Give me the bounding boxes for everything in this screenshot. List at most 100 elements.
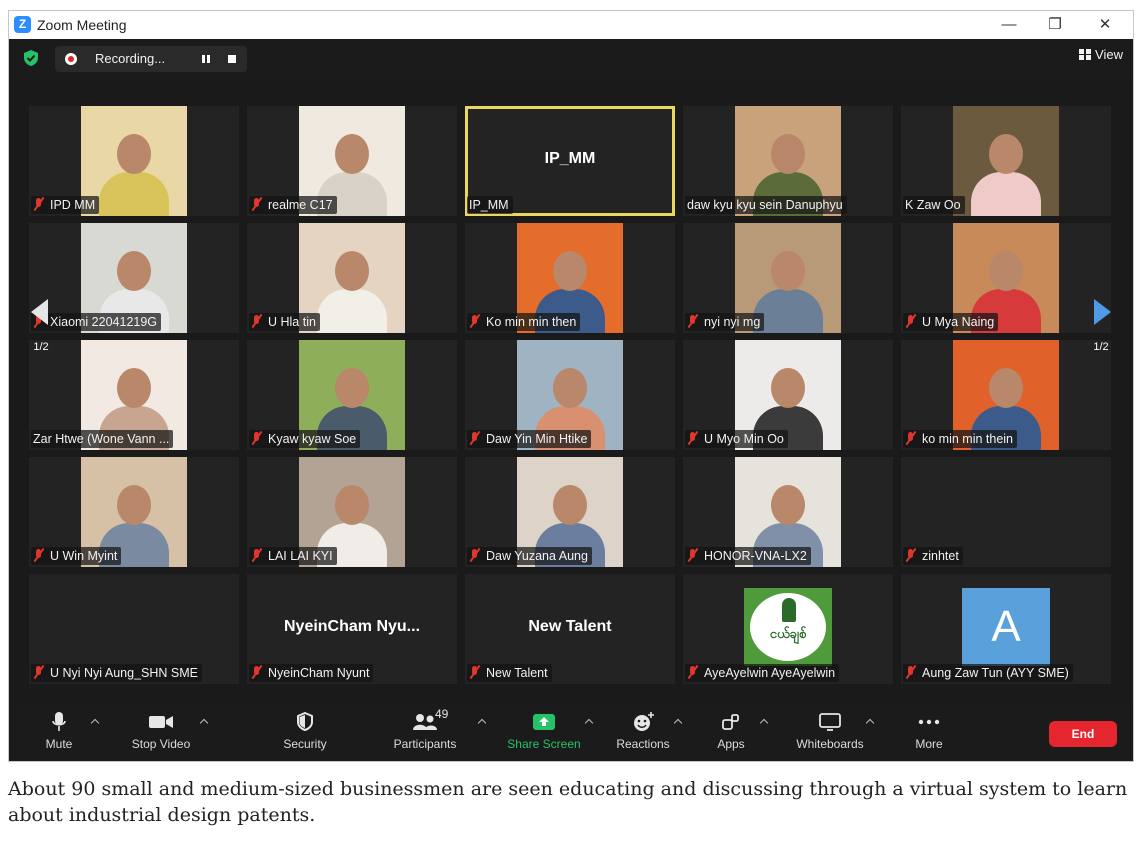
view-button[interactable]: View (1079, 47, 1123, 69)
logo-text: ငယ်ချစ် (769, 626, 807, 641)
participant-tile[interactable]: realme C17 (247, 106, 457, 216)
participants-label: Participants (393, 737, 457, 751)
participant-avatar: A (962, 588, 1050, 666)
participant-tile[interactable]: A Aung Zaw Tun (AYY SME) (901, 574, 1111, 684)
mic-muted-icon (687, 548, 699, 562)
participant-tile[interactable]: U Myo Min Oo (683, 340, 893, 450)
mic-muted-icon (33, 548, 45, 562)
security-label: Security (283, 737, 327, 751)
participant-tile[interactable]: Xiaomi 22041219G (29, 223, 239, 333)
share-screen-button[interactable]: Share Screen (501, 709, 587, 759)
participant-body (99, 172, 169, 216)
participant-tile[interactable]: ko min min thein (901, 340, 1111, 450)
grid-view-icon (1079, 49, 1092, 60)
recording-indicator: Recording... (55, 46, 247, 72)
participant-tile[interactable]: Daw Yuzana Aung (465, 457, 675, 567)
mic-muted-icon (687, 314, 699, 328)
mic-muted-icon (469, 431, 481, 445)
participant-name-label: U Myo Min Oo (685, 430, 788, 448)
participant-name-label: AyeAyelwin AyeAyelwin (685, 664, 840, 682)
next-page-button[interactable]: 1/2 (1083, 269, 1119, 369)
restore-button[interactable]: ❐ (1033, 14, 1077, 36)
participant-tile[interactable]: K Zaw Oo (901, 106, 1111, 216)
participant-name-label: Aung Zaw Tun (AYY SME) (903, 664, 1073, 682)
stop-recording-icon[interactable] (221, 49, 243, 69)
participant-tile[interactable]: ငယ်ချစ် AyeAyelwin AyeAyelwin (683, 574, 893, 684)
participant-tile[interactable]: HONOR-VNA-LX2 (683, 457, 893, 567)
end-meeting-button[interactable]: End (1049, 721, 1117, 747)
minimize-button[interactable]: — (987, 14, 1031, 36)
participant-name-label: LAI LAI KYI (249, 547, 337, 565)
shield-check-icon[interactable] (23, 49, 39, 67)
participant-head (117, 368, 151, 408)
mic-muted-icon (469, 314, 481, 328)
participant-name: U Win Myint (50, 549, 118, 563)
reactions-button[interactable]: Reactions (611, 709, 675, 759)
video-options-chevron-icon[interactable] (199, 717, 209, 727)
participants-button[interactable]: 49 Participants (385, 707, 465, 759)
participant-tile[interactable]: nyi nyi mg (683, 223, 893, 333)
close-button[interactable]: ✕ (1083, 14, 1127, 36)
participant-name-label: New Talent (467, 664, 552, 682)
participant-tile[interactable]: Zar Htwe (Wone Vann ... (29, 340, 239, 450)
participant-name-label: U Win Myint (31, 547, 122, 565)
video-camera-icon (149, 716, 173, 728)
participant-name: New Talent (486, 666, 548, 680)
participant-tile[interactable]: New Talent New Talent (465, 574, 675, 684)
participant-name-label: NyeinCham Nyunt (249, 664, 374, 682)
participant-head (771, 251, 805, 291)
participant-head (335, 485, 369, 525)
participant-tile[interactable]: Kyaw kyaw Soe (247, 340, 457, 450)
previous-page-button[interactable]: 1/2 (23, 269, 59, 369)
window-title: Zoom Meeting (37, 17, 127, 33)
whiteboards-button[interactable]: Whiteboards (787, 709, 873, 759)
apps-icon (722, 714, 739, 730)
participants-options-chevron-icon[interactable] (477, 717, 487, 727)
participant-tile[interactable]: U Hla tin (247, 223, 457, 333)
stop-video-button[interactable]: Stop Video (123, 709, 199, 759)
participant-name-label: Ko min min then (467, 313, 581, 331)
participant-display-name: NyeinCham Nyu... (283, 618, 421, 635)
chevron-left-icon (31, 299, 48, 325)
reactions-options-chevron-icon[interactable] (673, 717, 683, 727)
participant-tile[interactable]: LAI LAI KYI (247, 457, 457, 567)
participants-count: 49 (435, 707, 449, 721)
participant-tile[interactable]: Ko min min then (465, 223, 675, 333)
zoom-logo-icon: Z (14, 16, 31, 33)
whiteboards-options-chevron-icon[interactable] (865, 717, 875, 727)
participant-head (335, 134, 369, 174)
participant-name-label: Kyaw kyaw Soe (249, 430, 361, 448)
audio-options-chevron-icon[interactable] (90, 717, 100, 727)
participant-name: Aung Zaw Tun (AYY SME) (922, 666, 1069, 680)
participant-name: LAI LAI KYI (268, 549, 333, 563)
participant-tile[interactable]: U Win Myint (29, 457, 239, 567)
apps-button[interactable]: Apps (709, 709, 753, 759)
participant-name: Kyaw kyaw Soe (268, 432, 357, 446)
pause-recording-icon[interactable] (195, 49, 217, 69)
mute-button[interactable]: Mute (39, 709, 79, 759)
participant-tile[interactable]: IP_MM IP_MM (465, 106, 675, 216)
participant-name-label: Daw Yuzana Aung (467, 547, 592, 565)
more-button[interactable]: More (905, 709, 953, 759)
mic-muted-icon (469, 665, 481, 679)
participant-tile[interactable]: daw kyu kyu sein Danuphyu (683, 106, 893, 216)
record-dot-icon (65, 53, 77, 65)
security-button[interactable]: Security (275, 709, 335, 759)
participant-tile[interactable]: NyeinCham Nyu... NyeinCham Nyunt (247, 574, 457, 684)
apps-label: Apps (717, 737, 745, 751)
mic-muted-icon (33, 197, 45, 211)
participant-head (553, 485, 587, 525)
stop-video-label: Stop Video (131, 737, 191, 751)
participant-tile[interactable]: U Nyi Nyi Aung_SHN SME (29, 574, 239, 684)
participant-tile[interactable]: Daw Yin Min Htike (465, 340, 675, 450)
share-options-chevron-icon[interactable] (584, 717, 594, 727)
participant-tile[interactable]: zinhtet (901, 457, 1111, 567)
participant-name: nyi nyi mg (704, 315, 761, 329)
participant-logo: ငယ်ချစ် (744, 588, 832, 666)
participant-tile[interactable]: U Mya Naing (901, 223, 1111, 333)
participant-tile[interactable]: IPD MM (29, 106, 239, 216)
apps-options-chevron-icon[interactable] (759, 717, 769, 727)
participant-head (989, 251, 1023, 291)
participant-head (771, 485, 805, 525)
meeting-top-bar: Recording... View (9, 39, 1133, 75)
